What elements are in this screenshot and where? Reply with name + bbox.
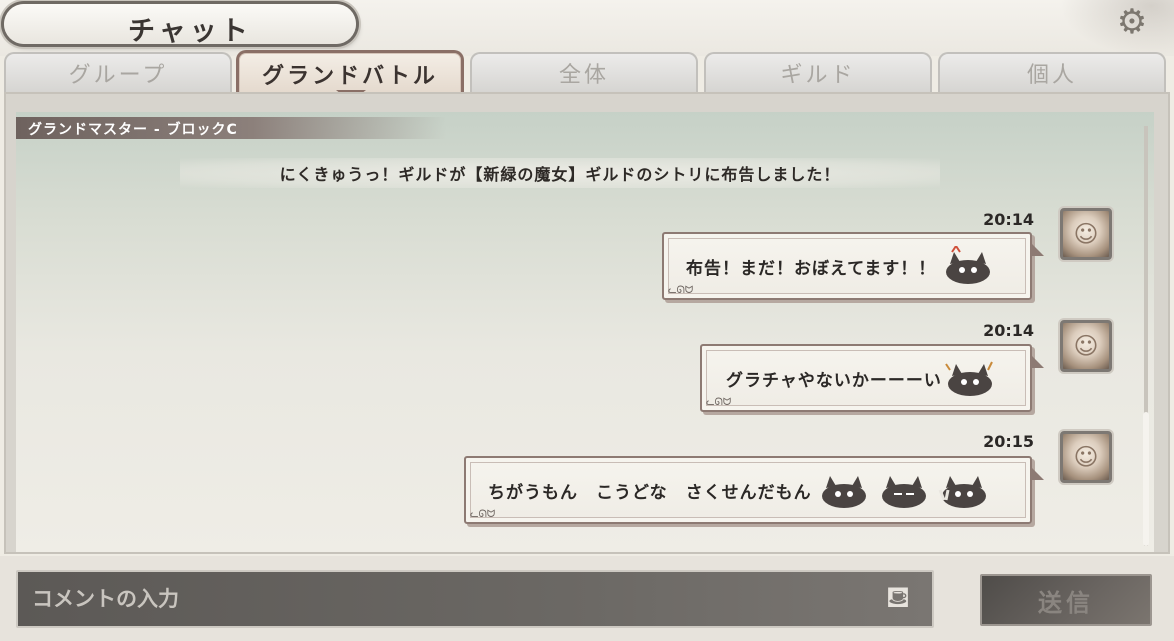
stamp-icon[interactable]: ⛾: [876, 578, 920, 620]
tab-all[interactable]: 全体: [470, 52, 698, 92]
tab-label: ギルド: [780, 63, 856, 88]
cat-corner-icon: ᓚᘏᗢ: [470, 509, 496, 520]
page-title: チャット: [128, 16, 252, 47]
tab-label: 全体: [558, 63, 609, 88]
avatar[interactable]: ☺: [1060, 208, 1112, 260]
chat-bubble[interactable]: 布告！まだ！おぼえてます！！ ᓚᘏᗢ: [662, 232, 1044, 300]
scrollbar-thumb[interactable]: [1143, 412, 1149, 546]
comment-input[interactable]: [16, 570, 934, 628]
title-plate: チャット: [4, 4, 356, 47]
message-timestamp: 20:14: [983, 321, 1034, 340]
system-message: にくきゅうっ！ギルドが【新緑の魔女】ギルドのシトリに布告しました！: [180, 158, 940, 188]
section-title: グランドマスター - ブロックC: [28, 122, 238, 138]
tab-grand-battle[interactable]: グランドバトル: [236, 50, 464, 94]
tab-group[interactable]: グループ: [4, 52, 232, 92]
avatar[interactable]: ☺: [1060, 431, 1112, 483]
gear-icon[interactable]: ⚙: [1114, 4, 1150, 40]
cat-stamp-angry-icon: [940, 246, 996, 286]
cat-stamp-peace-icon: [936, 470, 992, 510]
message-timestamp: 20:15: [983, 432, 1034, 451]
cat-stamp-sad-icon: [816, 470, 872, 510]
message-text: ちがうもん こうどな さくせんだもん: [488, 482, 812, 503]
avatar[interactable]: ☺: [1060, 320, 1112, 372]
tab-label: 個人: [1026, 63, 1077, 88]
send-button[interactable]: 送信: [980, 574, 1152, 626]
section-header: グランドマスター - ブロックC: [16, 117, 446, 139]
chat-bubble[interactable]: グラチャやないかーーーい ᓚᘏᗢ: [700, 344, 1044, 412]
message-text: 布告！まだ！おぼえてます！！: [686, 258, 937, 279]
cat-stamp-smug-icon: [876, 470, 932, 510]
tab-personal[interactable]: 個人: [938, 52, 1166, 92]
system-message-text: にくきゅうっ！ギルドが【新緑の魔女】ギルドのシトリに布告しました！: [279, 165, 841, 184]
tab-label: グループ: [68, 63, 168, 88]
tab-guild[interactable]: ギルド: [704, 52, 932, 92]
cat-corner-icon: ᓚᘏᗢ: [668, 285, 694, 296]
message-timestamp: 20:14: [983, 210, 1034, 229]
cat-corner-icon: ᓚᘏᗢ: [706, 397, 732, 408]
chat-bubble[interactable]: ちがうもん こうどな さくせんだもん ᓚᘏᗢ: [464, 456, 1044, 524]
tab-label: グランドバトル: [262, 62, 438, 89]
message-text: グラチャやないかーーーい: [726, 370, 942, 391]
cat-stamp-surprised-icon: [942, 358, 998, 398]
